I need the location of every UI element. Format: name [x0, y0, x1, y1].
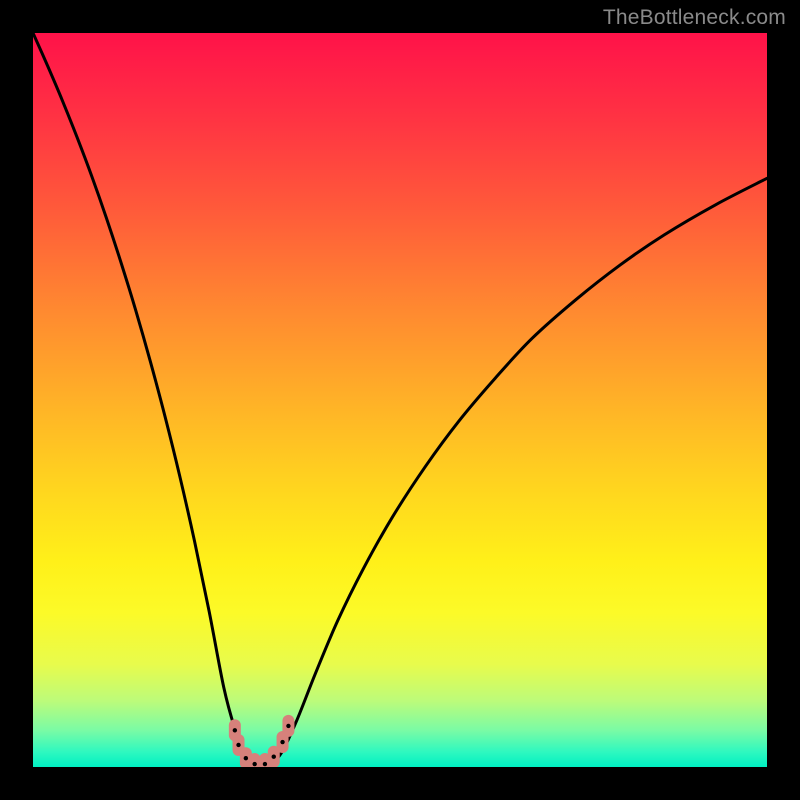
curve-marker [282, 715, 294, 737]
bottleneck-curve-path [33, 33, 767, 766]
watermark-text: TheBottleneck.com [603, 6, 786, 30]
chart-frame: TheBottleneck.com [0, 0, 800, 800]
plot-area [33, 33, 767, 767]
bottleneck-curve-svg [33, 33, 767, 767]
curve-marker [249, 753, 261, 767]
